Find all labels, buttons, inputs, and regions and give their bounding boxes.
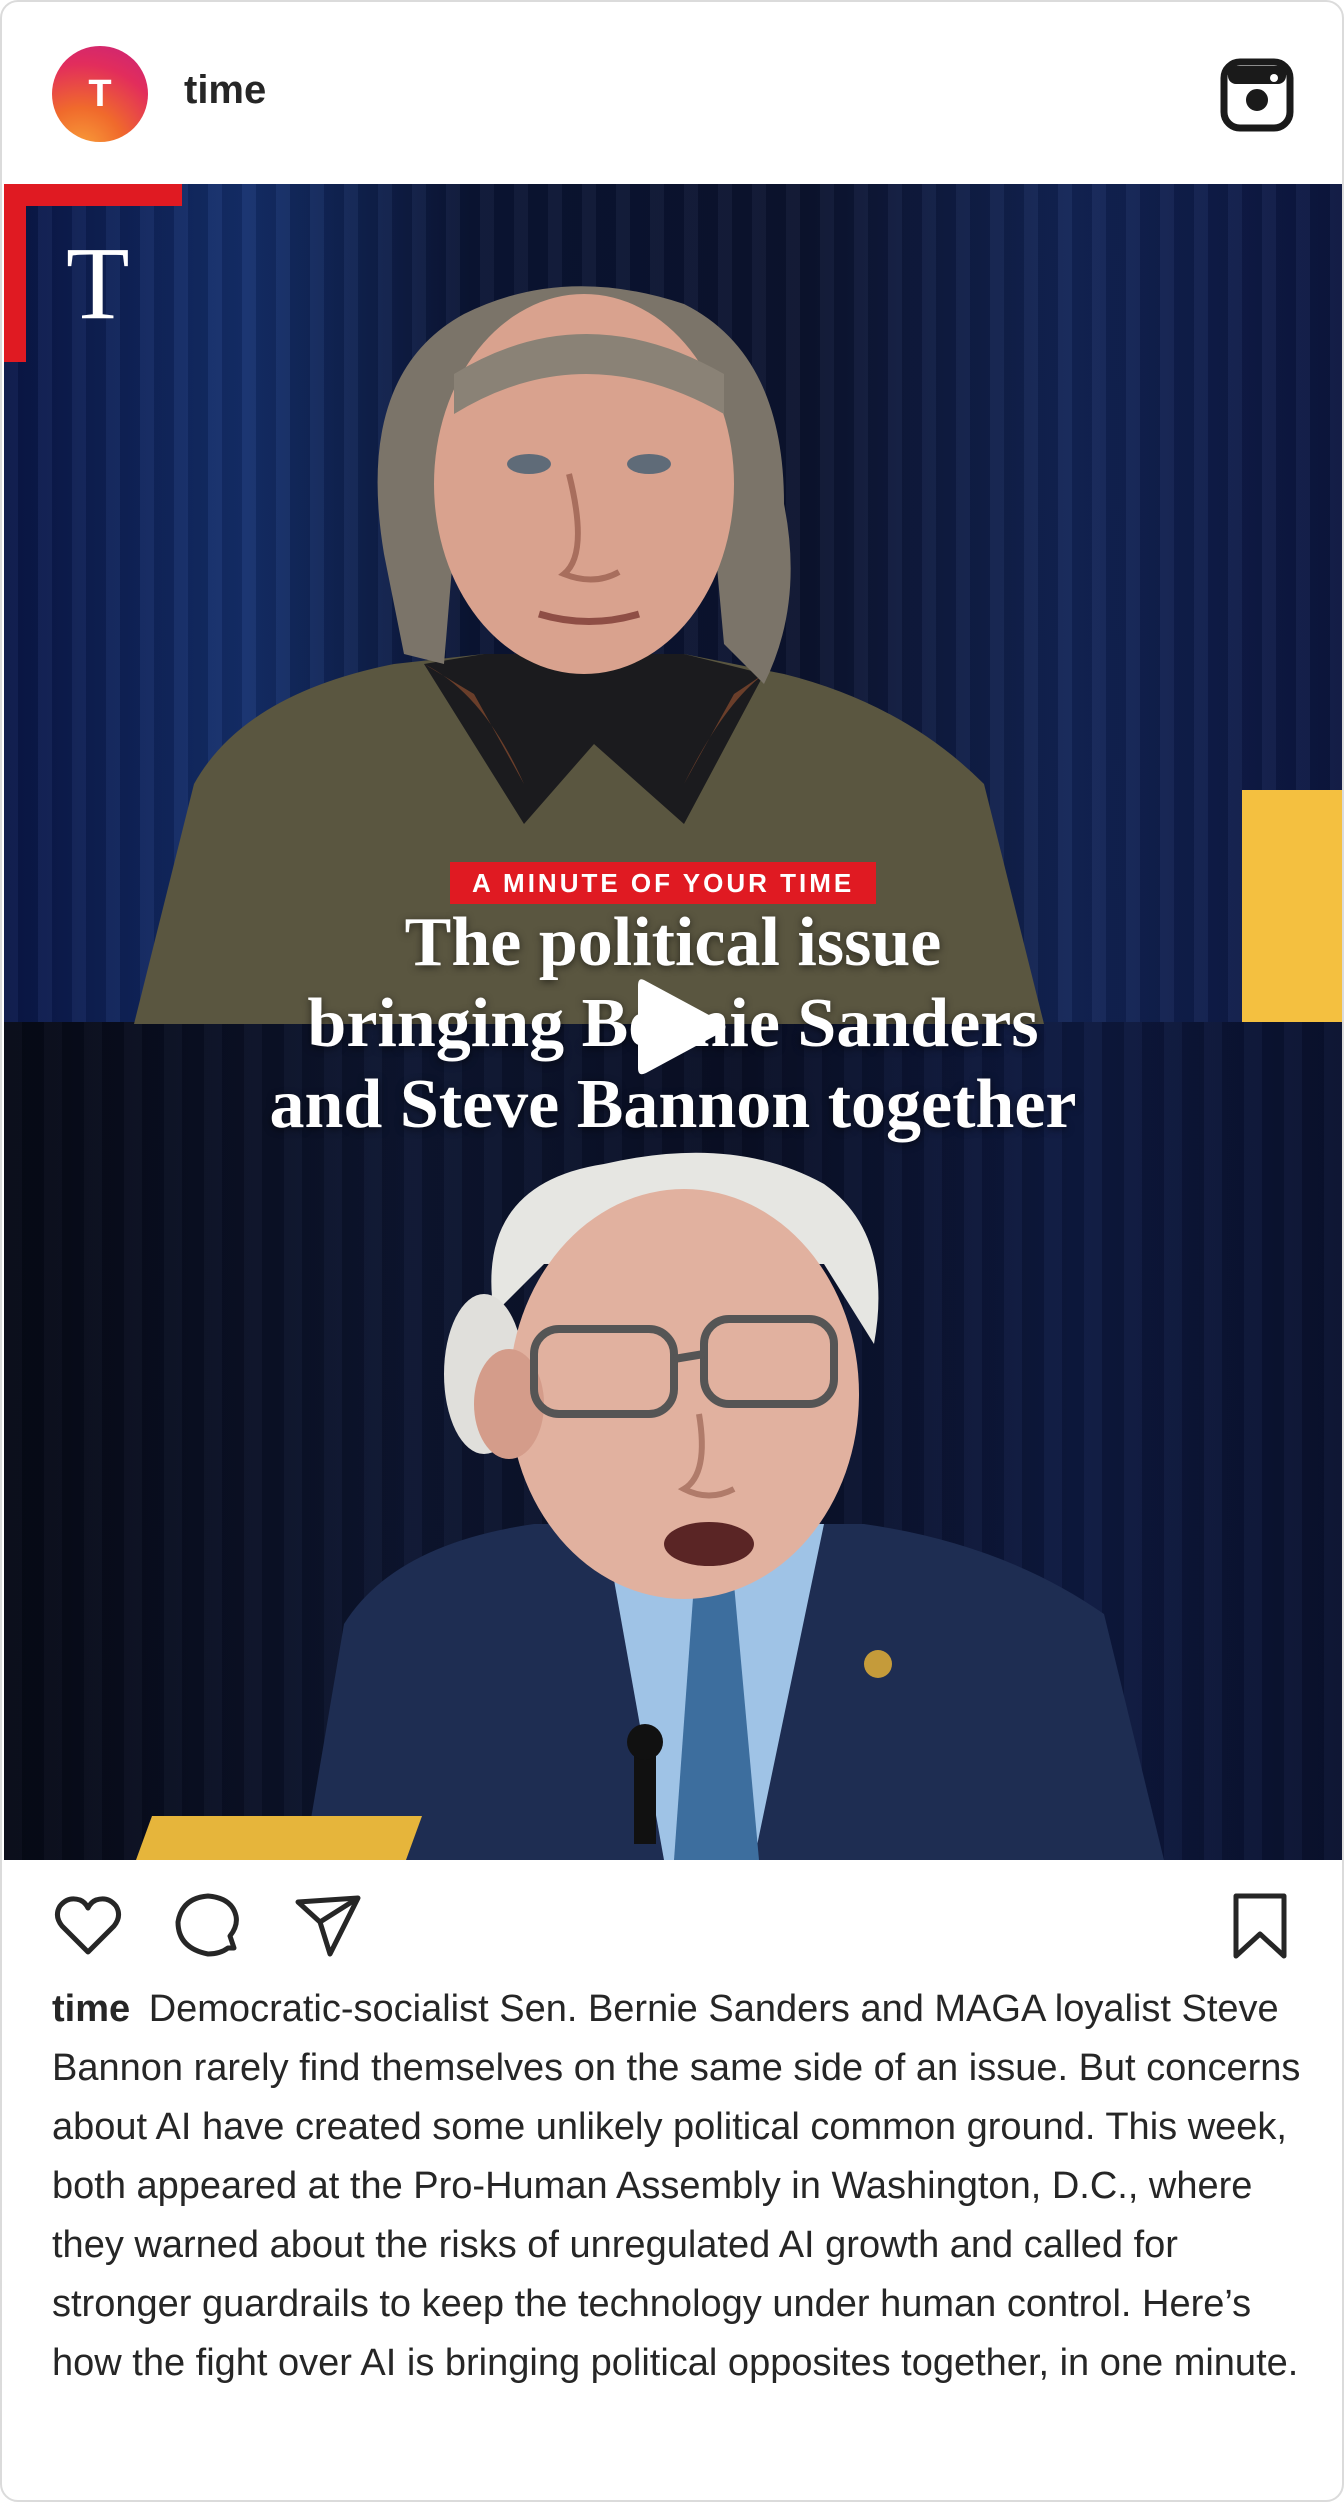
speaker-photo-bottom <box>304 1152 1164 1860</box>
heart-icon[interactable] <box>52 1890 124 1962</box>
avatar[interactable]: T <box>52 46 148 142</box>
brand-corner-vertical <box>4 184 26 362</box>
play-icon[interactable] <box>634 974 730 1080</box>
kicker-label: A MINUTE OF YOUR TIME <box>450 862 877 904</box>
post-card: T time T A MINUTE OF YOUR TIME The polit… <box>0 0 1344 2502</box>
podium-accent-bottom <box>135 1816 423 1860</box>
post-header: T time <box>2 2 1342 184</box>
action-bar <box>2 1860 1342 1990</box>
account-username[interactable]: time <box>184 68 266 113</box>
post-caption: time Democratic-socialist Sen. Bernie Sa… <box>52 1980 1302 2393</box>
share-icon[interactable] <box>292 1890 364 1962</box>
headline-line: The political issue <box>404 904 942 981</box>
post-media[interactable]: T A MINUTE OF YOUR TIME The political is… <box>4 184 1342 1860</box>
instagram-icon[interactable] <box>1220 58 1294 132</box>
brand-corner <box>4 184 182 206</box>
bookmark-icon[interactable] <box>1224 1890 1296 1962</box>
comment-icon[interactable] <box>172 1890 244 1962</box>
caption-text: Democratic-socialist Sen. Bernie Sanders… <box>52 1988 1301 2384</box>
caption-username[interactable]: time <box>52 1988 130 2030</box>
brand-mark: T <box>66 226 130 341</box>
